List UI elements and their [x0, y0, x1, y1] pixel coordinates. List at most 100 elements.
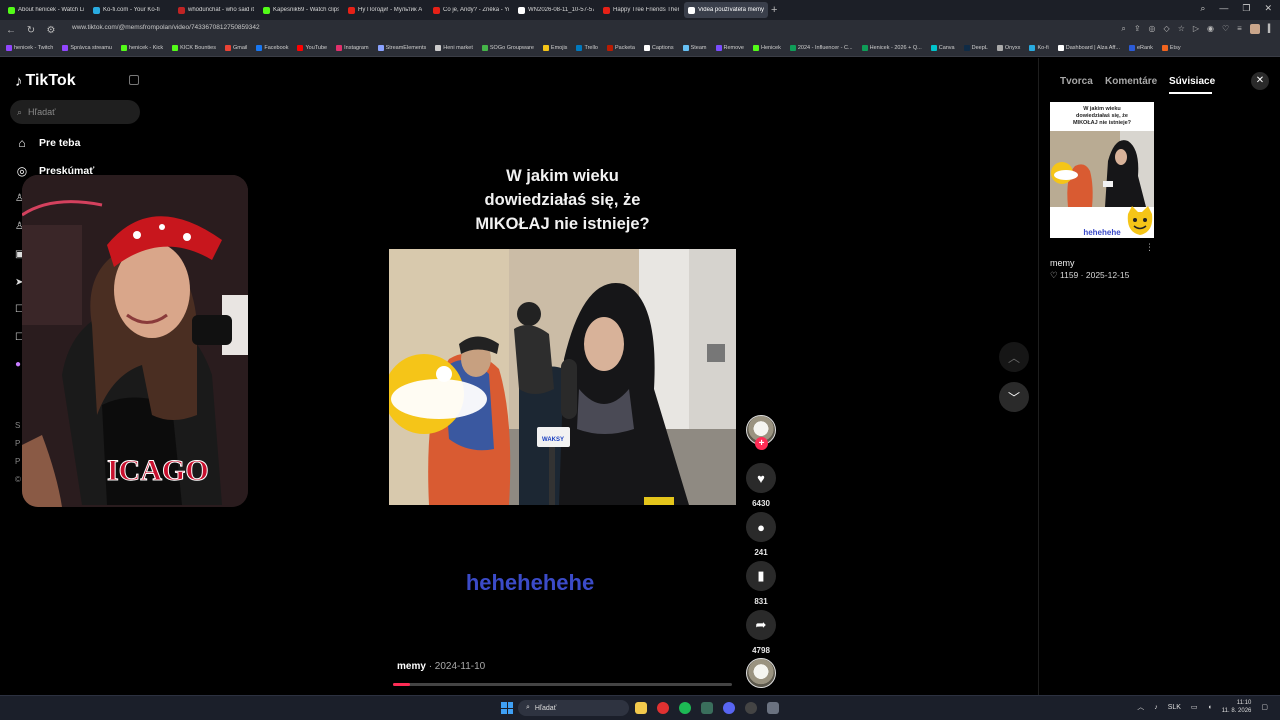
profile-avatar[interactable]	[1249, 24, 1260, 34]
site-info-icon[interactable]: ⚙	[46, 25, 56, 36]
footer-link-1[interactable]: S	[15, 421, 20, 430]
share-action[interactable]: ➦ 4798	[746, 610, 776, 655]
bookmark-item[interactable]: Steam	[682, 45, 707, 51]
browser-tab[interactable]: Happy Tree Friends Them	[599, 2, 683, 18]
search-input[interactable]: ⌕ Hľadať	[10, 100, 140, 124]
browser-tab[interactable]: Videá používateľa memy	[684, 2, 768, 18]
browser-tab[interactable]: Co je, Andy? - Zně̇ka - Yo	[429, 2, 513, 18]
bookmark-item[interactable]: Ko-fi	[1029, 45, 1049, 51]
bookmark-item[interactable]: SOGo Groupware	[481, 45, 534, 51]
sound-disc[interactable]	[746, 658, 776, 688]
obs-icon[interactable]	[745, 702, 757, 714]
sidebar-toggle-icon[interactable]: ▍	[1268, 24, 1274, 34]
taskbar-search[interactable]: ⌕ Hľadať	[518, 700, 629, 716]
clock[interactable]: 11:10 11. 8. 2026	[1222, 699, 1252, 715]
comment-icon[interactable]: ●	[746, 512, 776, 542]
bookmark-item[interactable]: DeepL	[963, 45, 988, 51]
bookmark-item[interactable]: Canva	[930, 45, 955, 51]
like-action[interactable]: ♥ 6430	[746, 463, 776, 508]
network-icon[interactable]: ▭	[1191, 703, 1198, 711]
maximize-button[interactable]: ❐	[1242, 3, 1250, 14]
spotify-icon[interactable]	[679, 702, 691, 714]
bookmark-star-icon[interactable]: ☆	[1178, 24, 1185, 34]
microphone-icon[interactable]: ♪	[1154, 704, 1158, 711]
video-player[interactable]: W jakim wieku dowiedziałaś się, że MIKOŁ…	[389, 148, 736, 688]
bookmark-item[interactable]: Packeta	[607, 45, 635, 51]
bookmark-item[interactable]: henicek - Twitch	[6, 45, 53, 51]
share-arrow-icon[interactable]: ➦	[746, 610, 776, 640]
bookmark-item[interactable]: 2024 - Influencer - C...	[789, 45, 853, 51]
bookmark-item[interactable]: Trello	[576, 45, 598, 51]
bookmark-item[interactable]: Etsy	[1161, 45, 1181, 51]
tab-creator[interactable]: Tvorca	[1060, 76, 1093, 87]
bookmark-item[interactable]: Heni market	[435, 45, 473, 51]
related-video-author[interactable]: memy	[1050, 258, 1075, 268]
heart-icon[interactable]: ♡	[1222, 24, 1229, 34]
opera-browser-icon[interactable]	[657, 702, 669, 714]
sound-disc-icon[interactable]	[746, 658, 776, 688]
more-options-icon[interactable]: ⋮	[1145, 242, 1154, 253]
bookmark-item[interactable]: Facebook	[256, 45, 288, 51]
file-explorer-icon[interactable]	[635, 702, 647, 714]
app-icon-2[interactable]	[767, 702, 779, 714]
close-window-button[interactable]: ✕	[1264, 3, 1272, 14]
sidebar-item-for-you[interactable]: ⌂ Pre teba	[15, 136, 80, 150]
share-icon[interactable]: ⇪	[1134, 24, 1141, 34]
camera-icon[interactable]: ◉	[1207, 24, 1214, 34]
browser-tab[interactable]: WN2026-08-11_10-57-57	[514, 2, 598, 18]
bookmark-item[interactable]: Gmail	[224, 45, 247, 51]
close-panel-button[interactable]: ✕	[1251, 72, 1269, 90]
bookmark-item[interactable]: Henicek - 2026 + Q...	[861, 45, 922, 51]
tiktok-logo[interactable]: ♪ TikTok	[15, 72, 76, 90]
chevron-up-icon[interactable]: ︿	[1137, 702, 1144, 712]
start-button[interactable]	[501, 702, 513, 714]
app-icon-1[interactable]	[701, 702, 713, 714]
menu-icon[interactable]: ≡	[1237, 24, 1242, 34]
minimize-button[interactable]: —	[1219, 3, 1228, 14]
browser-tab[interactable]: Kapesnik69 - Watch clips	[259, 2, 343, 18]
footer-link-3[interactable]: P	[15, 457, 20, 466]
video-progress-bar[interactable]	[393, 683, 732, 686]
browser-tab[interactable]: About henicek - Watch Li	[4, 2, 88, 18]
tab-comments[interactable]: Komentáre	[1105, 76, 1157, 87]
back-button[interactable]: ←	[6, 25, 16, 36]
bookmark-item[interactable]: Správca streamu	[62, 45, 112, 51]
bookmark-item[interactable]: eRank	[1128, 45, 1153, 51]
bookmark-item[interactable]: Remove	[715, 45, 744, 51]
new-tab-button[interactable]: +	[771, 4, 777, 16]
notification-icon[interactable]: ▢	[1261, 703, 1268, 711]
bookmark-item[interactable]: StreamElements	[377, 45, 426, 51]
browser-tab[interactable]: whodunchat - who said it	[174, 2, 258, 18]
language-indicator[interactable]: SLK	[1168, 704, 1181, 711]
discord-icon[interactable]	[723, 702, 735, 714]
profile-icon[interactable]: ●	[15, 359, 21, 370]
like-heart-icon[interactable]: ♥	[746, 463, 776, 493]
play-icon[interactable]: ▷	[1193, 24, 1199, 34]
volume-icon[interactable]: ◖	[1208, 704, 1212, 711]
browser-tab[interactable]: Ko-fi.com - Your Ko-fi	[89, 2, 173, 18]
bookmark-item[interactable]: Onyxx	[996, 45, 1020, 51]
bookmark-item[interactable]: Captions	[643, 45, 674, 51]
bookmark-item[interactable]: Emojis	[542, 45, 567, 51]
previous-video-button[interactable]: ︿	[999, 342, 1029, 372]
bookmark-icon[interactable]: ▮	[746, 561, 776, 591]
save-action[interactable]: ▮ 831	[746, 561, 776, 606]
follow-button[interactable]: +	[755, 437, 768, 450]
search-tabs-icon[interactable]: ⌕	[1200, 3, 1205, 14]
bookmark-item[interactable]: Dashboard | Alza Aff...	[1057, 45, 1120, 51]
browser-tab[interactable]: Ну Погоди! - Мультик А	[344, 2, 428, 18]
tab-related[interactable]: Súvisiace	[1169, 76, 1215, 87]
video-author[interactable]: memy	[397, 661, 426, 672]
bookmark-item[interactable]: Instagram	[336, 45, 369, 51]
bookmark-item[interactable]: KICK Bounties	[172, 45, 216, 51]
footer-link-2[interactable]: P	[15, 439, 20, 448]
shield-icon[interactable]: ◇	[1164, 24, 1170, 34]
related-video-thumbnail[interactable]: W jakim wieku dowiedziałaś się, że MIKOŁ…	[1050, 102, 1154, 238]
collapse-sidebar-icon[interactable]	[129, 75, 139, 85]
bookmark-item[interactable]: henicek - Kick	[120, 45, 163, 51]
bookmark-item[interactable]: YouTube	[297, 45, 327, 51]
url-field[interactable]: www.tiktok.com/@memsfrompolan/video/7433…	[72, 24, 260, 31]
bookmark-item[interactable]: Henicek	[752, 45, 781, 51]
zoom-icon[interactable]: ⌕	[1121, 24, 1125, 34]
next-video-button[interactable]: ﹀	[999, 382, 1029, 412]
